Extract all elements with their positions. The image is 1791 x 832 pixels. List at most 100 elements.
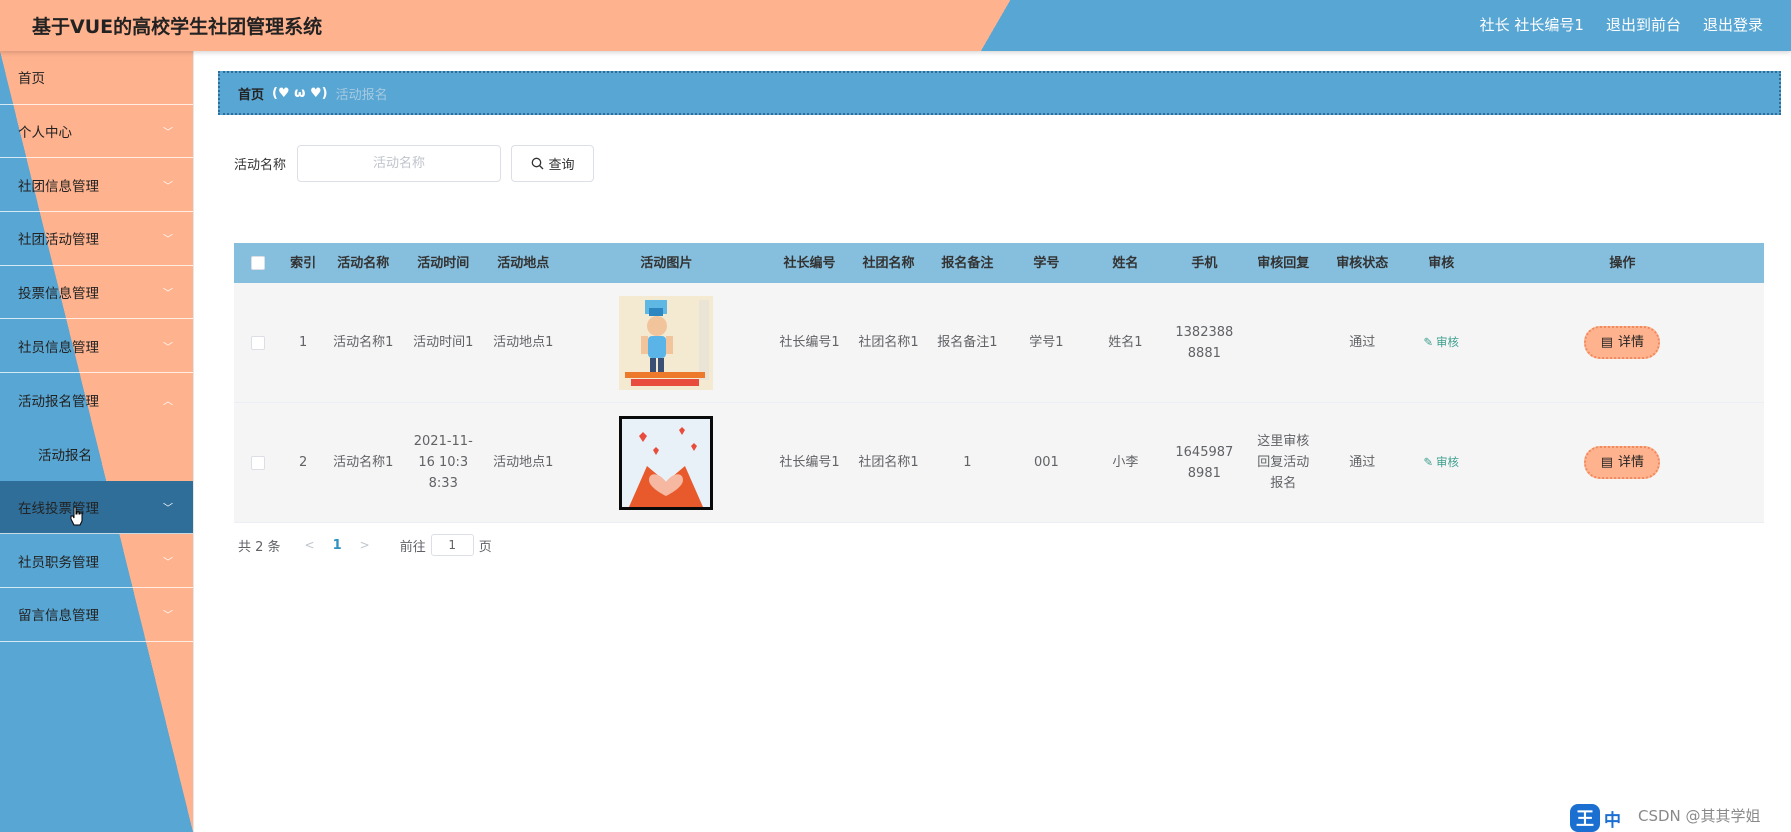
cell-review-status: 通过 (1349, 455, 1376, 470)
document-icon: ▤ (1600, 335, 1613, 350)
column-header: 活动地点 (497, 255, 550, 271)
cell-activity-time: 活动时间1 (413, 335, 474, 350)
column-header: 社长编号 (783, 255, 836, 271)
cell-signup-note: 1 (963, 455, 972, 470)
page-unit-label: 页 (478, 539, 492, 555)
query-button-label: 查询 (548, 158, 575, 173)
sidebar-item-online-vote[interactable]: 在线投票管理 ﹀ (0, 480, 193, 535)
cell-index: 2 (298, 455, 308, 470)
column-header: 活动名称 (337, 255, 390, 271)
goto-label: 前往 (399, 539, 426, 555)
ime-toolbar: 王 中 (1570, 804, 1621, 832)
review-link[interactable]: ✎ 审核 (1423, 332, 1459, 353)
cell-activity-name: 活动名称1 (333, 335, 394, 350)
sidebar-subitem-activity-signup[interactable]: 活动报名 (0, 427, 193, 481)
back-to-front-link[interactable]: 退出到前台 (1606, 14, 1681, 35)
sidebar-item-club-activity[interactable]: 社团活动管理 ﹀ (0, 212, 193, 266)
breadcrumb-separator: (♥ ω ♥) (272, 85, 328, 101)
detail-button-label: 详情 (1618, 455, 1645, 470)
cell-phone: 13823888881 (1175, 324, 1234, 361)
chevron-down-icon: ﹀ (163, 181, 173, 193)
app-title: 基于VUE的高校学生社团管理系统 (32, 16, 323, 38)
chevron-down-icon: ﹀ (163, 342, 173, 354)
page-number[interactable]: 1 (333, 538, 342, 553)
cell-review-status: 通过 (1349, 335, 1376, 350)
cell-leader-id: 社长编号1 (779, 335, 840, 350)
sidebar-item-label: 在线投票管理 (18, 500, 99, 517)
detail-button[interactable]: ▤ 详情 (1584, 326, 1661, 359)
logout-link[interactable]: 退出登录 (1703, 14, 1763, 35)
sidebar-item-label: 留言信息管理 (18, 608, 99, 625)
search-form: 活动名称 查询 (234, 145, 595, 182)
pagination-total: 共 2 条 (238, 539, 281, 555)
sidebar-item-vote-info[interactable]: 投票信息管理 ﹀ (0, 266, 193, 320)
cell-index: 1 (298, 335, 308, 350)
breadcrumb-home[interactable]: 首页 (238, 84, 264, 103)
ime-logo-icon[interactable]: 王 (1570, 804, 1600, 832)
cell-review-reply: 这里审核回复活动报名 (1257, 434, 1310, 491)
column-header: 索引 (290, 255, 317, 271)
cell-student-no: 001 (1033, 455, 1059, 470)
cell-leader-id: 社长编号1 (779, 455, 840, 470)
next-page-icon[interactable]: > (360, 538, 370, 552)
sidebar-item-label: 活动报名管理 (18, 393, 99, 410)
chevron-down-icon: ﹀ (163, 503, 173, 515)
current-user: 社长 社长编号1 (1479, 16, 1584, 34)
sidebar-item-label: 社员信息管理 (18, 339, 99, 356)
cell-club-name: 社团名称1 (858, 335, 919, 350)
cell-activity-time: 2021-11-16 10:38:33 (413, 434, 473, 491)
activity-image[interactable] (619, 415, 714, 510)
signup-table: 索引 活动名称 活动时间 活动地点 活动图片 社长编号 社团名称 报名备注 学号… (234, 243, 1764, 523)
select-all-checkbox[interactable] (251, 256, 266, 270)
cell-activity-name: 活动名称1 (333, 455, 394, 470)
sidebar-item-message-info[interactable]: 留言信息管理 ﹀ (0, 588, 193, 642)
sidebar-item-member-info[interactable]: 社员信息管理 ﹀ (0, 319, 193, 374)
detail-button[interactable]: ▤ 详情 (1584, 446, 1661, 479)
column-header: 审核 (1428, 255, 1455, 271)
cell-location: 活动地点1 (493, 455, 554, 470)
activity-name-input[interactable] (297, 145, 502, 182)
header-actions: 社长 社长编号1 退出到前台 退出登录 (1480, 14, 1763, 35)
activity-image[interactable] (619, 295, 714, 390)
cell-signup-note: 报名备注1 (937, 335, 998, 350)
row-checkbox[interactable] (251, 455, 266, 470)
cell-location: 活动地点1 (493, 335, 554, 350)
sidebar-item-label: 社团信息管理 (18, 178, 99, 195)
sidebar-item-label: 社团活动管理 (18, 232, 99, 249)
sidebar-item-member-role[interactable]: 社员职务管理 ﹀ (0, 534, 193, 588)
query-button[interactable]: 查询 (511, 145, 595, 182)
edit-icon: ✎ (1423, 335, 1434, 349)
column-header: 操作 (1609, 255, 1636, 271)
chevron-down-icon: ﹀ (163, 610, 173, 622)
chevron-down-icon: ﹀ (163, 234, 173, 246)
search-label: 活动名称 (234, 158, 287, 173)
detail-button-label: 详情 (1618, 335, 1645, 350)
sidebar-item-label: 投票信息管理 (18, 286, 99, 303)
table-row: 2 活动名称1 2021-11-16 10:38:33 活动地点1 社长编号1 … (234, 403, 1764, 523)
review-link[interactable]: ✎ 审核 (1423, 452, 1459, 473)
cell-student-no: 学号1 (1029, 335, 1064, 350)
watermark: CSDN @其其学姐 (1638, 807, 1761, 825)
sidebar-item-home[interactable]: 首页 (0, 51, 193, 105)
column-header: 报名备注 (941, 255, 994, 271)
row-checkbox[interactable] (251, 335, 266, 350)
sidebar-item-activity-signup-mgmt[interactable]: 活动报名管理 ︿ (0, 373, 193, 427)
sidebar-item-label: 活动报名 (38, 447, 92, 464)
column-header: 审核状态 (1336, 255, 1389, 271)
column-header: 活动时间 (417, 255, 470, 271)
sidebar-item-club-info[interactable]: 社团信息管理 ﹀ (0, 158, 193, 213)
sidebar-item-personal-center[interactable]: 个人中心 ﹀ (0, 105, 193, 159)
sidebar-item-label: 个人中心 (18, 125, 72, 142)
review-link-label: 审核 (1436, 455, 1460, 469)
sidebar: 首页 个人中心 ﹀ 社团信息管理 ﹀ 社团活动管理 ﹀ 投票信息管理 ﹀ 社员信… (0, 51, 194, 832)
column-header: 学号 (1033, 255, 1060, 271)
column-header: 手机 (1191, 255, 1218, 271)
edit-icon: ✎ (1423, 455, 1434, 469)
cell-student-name: 姓名1 (1108, 335, 1143, 350)
cell-student-name: 小李 (1112, 455, 1139, 470)
prev-page-icon[interactable]: < (305, 538, 315, 552)
chevron-up-icon: ︿ (163, 396, 173, 408)
chevron-down-icon: ﹀ (163, 127, 173, 139)
page-jump-input[interactable] (430, 534, 474, 556)
ime-language-toggle[interactable]: 中 (1604, 806, 1621, 831)
